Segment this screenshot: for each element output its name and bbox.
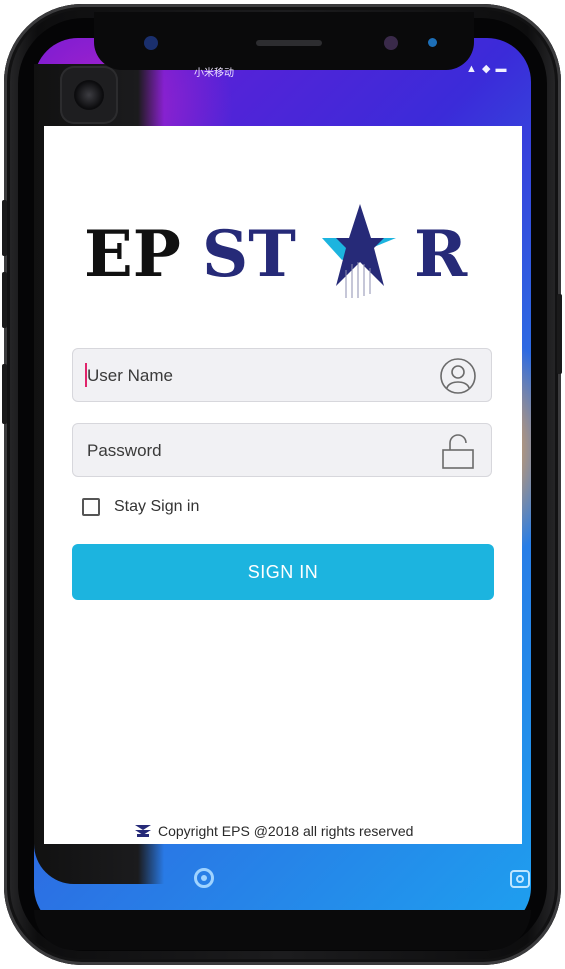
lock-icon <box>442 434 474 469</box>
logo-text-st: ST <box>202 217 296 292</box>
stay-signin-checkbox[interactable] <box>82 498 100 516</box>
rear-camera-reflection <box>60 66 118 124</box>
stay-signin-label: Stay Sign in <box>114 498 200 515</box>
power-button <box>557 294 562 374</box>
camera-nav-icon[interactable] <box>510 870 530 888</box>
notification-led <box>428 38 437 47</box>
bixby-button <box>2 364 7 424</box>
logo-text-ep: EP <box>84 217 181 292</box>
front-sensor <box>144 36 158 50</box>
volume-down-button <box>2 272 7 328</box>
status-carrier: 小米移动 <box>194 68 234 79</box>
logo-star-icon <box>336 204 384 286</box>
user-circle-icon <box>440 358 476 394</box>
username-placeholder: User Name <box>87 366 173 385</box>
volume-up-button <box>2 200 7 256</box>
epstar-logo: EP ST R <box>84 204 468 298</box>
copyright-text: Copyright EPS @2018 all rights reserved <box>158 823 414 839</box>
logo-text-r: R <box>414 217 468 292</box>
status-icons: ▲ ◆ ▬ <box>466 63 508 75</box>
password-field[interactable]: Password <box>72 423 492 477</box>
home-nav-icon[interactable] <box>194 868 214 888</box>
signin-button[interactable]: SIGN IN <box>72 544 494 600</box>
front-camera <box>384 36 398 50</box>
login-screen: EP ST R User Name Password Stay Sign in … <box>44 126 522 844</box>
password-placeholder: Password <box>87 441 162 460</box>
eps-mini-logo-icon <box>135 825 151 837</box>
earpiece-speaker <box>256 40 322 46</box>
bottom-bezel <box>34 910 531 950</box>
username-field[interactable]: User Name <box>72 348 492 402</box>
